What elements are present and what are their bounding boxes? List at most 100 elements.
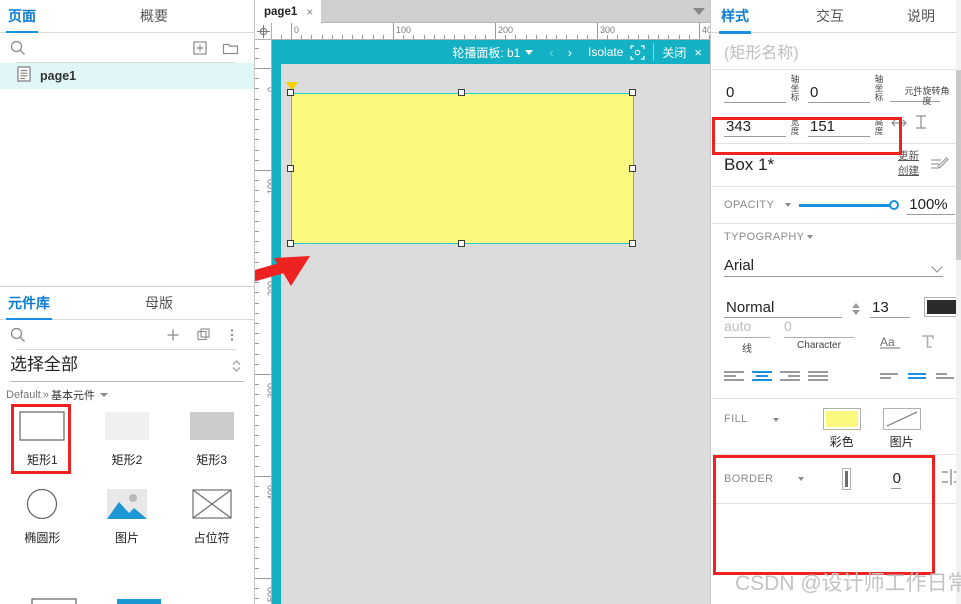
border-color-swatch[interactable]: [842, 468, 851, 490]
add-folder-icon[interactable]: [222, 40, 239, 56]
chevron-down-icon[interactable]: [525, 49, 534, 55]
height-field[interactable]: 151: [808, 118, 870, 137]
font-color-swatch[interactable]: [924, 297, 960, 317]
x-coordinate-value: 0: [726, 84, 735, 101]
chevron-down-icon[interactable]: [807, 235, 814, 239]
chevron-down-icon[interactable]: [931, 261, 943, 273]
list-item[interactable]: page1: [0, 63, 254, 89]
target-icon[interactable]: [630, 44, 645, 60]
ruler-origin-toggle[interactable]: [255, 23, 272, 40]
image-fill-icon[interactable]: [882, 408, 921, 430]
resize-handle-se[interactable]: [629, 240, 636, 247]
search-icon[interactable]: [10, 327, 26, 343]
font-style-stepper[interactable]: [852, 303, 860, 315]
chevron-down-icon[interactable]: [772, 418, 779, 422]
font-size-field[interactable]: 13: [870, 299, 910, 318]
plus-icon[interactable]: [165, 327, 181, 343]
width-field[interactable]: 343: [724, 118, 786, 137]
scrollbar-thumb[interactable]: [956, 70, 961, 260]
add-page-icon[interactable]: [192, 40, 208, 56]
align-left-button[interactable]: [724, 369, 744, 383]
search-icon[interactable]: [10, 40, 26, 56]
typography-section-header[interactable]: TYPOGRAPHY: [711, 224, 961, 250]
resize-handle-nw[interactable]: [287, 89, 294, 96]
opacity-value-field[interactable]: 100%: [907, 196, 956, 215]
text-decoration-icon[interactable]: [920, 334, 936, 355]
breadcrumb[interactable]: Default » 基本元件: [0, 384, 254, 406]
update-create-style-button[interactable]: 更新 创建: [898, 149, 919, 179]
resize-handle-sw[interactable]: [287, 240, 294, 247]
chevron-down-icon[interactable]: [798, 477, 805, 481]
fill-color-swatch[interactable]: [822, 408, 861, 430]
opacity-slider[interactable]: [799, 199, 900, 211]
isolation-left-strip: [272, 64, 281, 604]
prev-state-button[interactable]: ‹: [542, 45, 560, 60]
ruler-tick: [255, 129, 259, 131]
tab-widget-library[interactable]: 元件库: [6, 293, 52, 321]
ruler-tick: [637, 35, 639, 39]
resize-handle-n[interactable]: [458, 89, 465, 96]
line-spacing-field[interactable]: auto 线: [724, 318, 770, 355]
tab-pages[interactable]: 页面: [6, 6, 38, 34]
tab-masters[interactable]: 母版: [145, 293, 173, 320]
align-right-button[interactable]: [780, 369, 800, 383]
align-top-button[interactable]: [880, 370, 900, 382]
resize-handle-ne[interactable]: [629, 89, 636, 96]
isolate-label[interactable]: Isolate: [588, 45, 623, 59]
tab-interaction[interactable]: 交互: [816, 6, 844, 33]
style-inspector-panel: 样式 交互 说明 (矩形名称) 0 轴坐标 0 轴坐标 - 343 宽度 151…: [710, 0, 961, 604]
border-width-field[interactable]: 0: [890, 470, 901, 489]
edit-style-icon[interactable]: [930, 156, 949, 180]
more-icon[interactable]: [224, 327, 240, 343]
flip-horizontal-icon[interactable]: [890, 116, 908, 135]
border-section-label[interactable]: BORDER: [724, 473, 773, 485]
x-coordinate-field[interactable]: 0: [724, 84, 786, 103]
chevron-down-icon[interactable]: [693, 8, 705, 15]
align-center-button[interactable]: [752, 369, 772, 383]
widget-ellipse[interactable]: 椭圆形: [0, 488, 85, 560]
list-item-label: page1: [40, 69, 77, 83]
resize-handle-e[interactable]: [629, 165, 636, 172]
vertical-ruler[interactable]: 0100200300400500: [255, 40, 272, 604]
y-coordinate-field[interactable]: 0: [808, 84, 870, 103]
slider-knob[interactable]: [889, 200, 900, 210]
resize-handle-w[interactable]: [287, 165, 294, 172]
close-isolation-button[interactable]: 关闭: [662, 44, 686, 61]
widget-rectangle2[interactable]: 矩形2: [85, 410, 170, 482]
chevron-updown-icon[interactable]: [231, 358, 242, 379]
align-justify-button[interactable]: [808, 369, 828, 383]
resize-handle-s[interactable]: [458, 240, 465, 247]
widget-placeholder[interactable]: 占位符: [169, 488, 254, 560]
create-label: 创建: [898, 165, 919, 177]
scrollbar-track[interactable]: [956, 0, 961, 604]
flip-vertical-icon[interactable]: [913, 114, 929, 135]
duplicate-icon[interactable]: [196, 327, 212, 343]
close-icon[interactable]: ×: [306, 5, 313, 19]
align-middle-button[interactable]: [908, 370, 928, 382]
chevron-down-icon[interactable]: [99, 389, 108, 401]
document-tab-page1[interactable]: page1 ×: [255, 0, 321, 23]
font-family-select[interactable]: Arial: [724, 250, 943, 280]
chevron-down-icon[interactable]: [785, 203, 792, 207]
shape-name-field[interactable]: (矩形名称): [711, 33, 961, 70]
slider-track: [799, 204, 892, 207]
widget-rectangle1[interactable]: 矩形1: [0, 404, 85, 482]
align-bottom-button[interactable]: [936, 370, 956, 382]
ruler-tick: [255, 455, 259, 457]
text-case-icon[interactable]: Aa: [880, 334, 902, 355]
tab-outline[interactable]: 概要: [140, 6, 168, 33]
char-spacing-field[interactable]: 0 Character: [784, 318, 854, 351]
widget-image[interactable]: 图片: [85, 488, 170, 560]
widget-rectangle3[interactable]: 矩形3: [169, 410, 254, 482]
next-state-button[interactable]: ›: [561, 45, 579, 60]
tab-notes[interactable]: 说明: [907, 6, 935, 33]
fill-section-label[interactable]: FILL: [724, 413, 748, 425]
close-icon[interactable]: ×: [694, 45, 702, 60]
horizontal-ruler[interactable]: 0 100 200 300 400: [255, 23, 710, 40]
font-style-select[interactable]: Normal: [724, 299, 842, 318]
library-select-dropdown[interactable]: 选择全部: [10, 350, 244, 384]
selected-shape-box1[interactable]: [291, 93, 634, 244]
tab-style[interactable]: 样式: [719, 6, 751, 34]
ruler-tick: [668, 35, 670, 39]
opacity-section-label[interactable]: OPACITY: [724, 199, 774, 211]
